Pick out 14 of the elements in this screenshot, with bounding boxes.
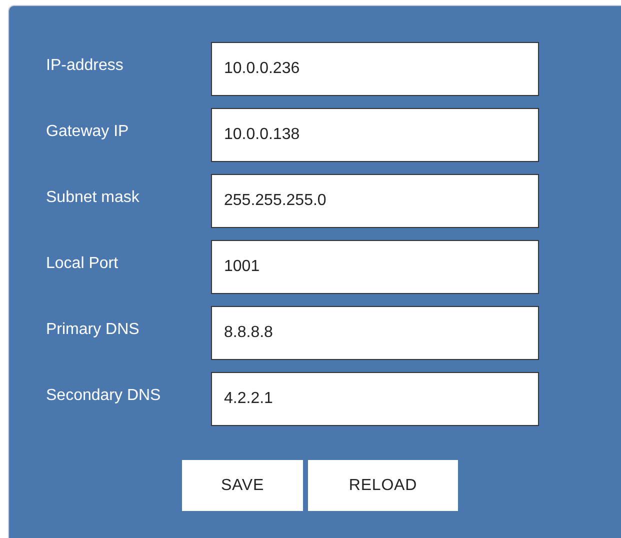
action-button[interactable]: RELOAD	[308, 460, 458, 511]
field-label: Local Port	[46, 254, 120, 274]
input-field[interactable]: 10.0.0.236	[211, 42, 539, 96]
input-field[interactable]: 255.255.255.0	[211, 174, 539, 228]
field-label: Secondary DNS	[46, 386, 162, 406]
field-label: IP-address	[46, 56, 124, 76]
field-label: Primary DNS	[46, 320, 140, 340]
action-button[interactable]: SAVE	[182, 460, 303, 511]
input-field[interactable]: 10.0.0.138	[211, 108, 539, 162]
input-field[interactable]: 1001	[211, 240, 539, 294]
field-label: Subnet mask	[46, 188, 140, 208]
input-field[interactable]: 4.2.2.1	[211, 372, 539, 426]
input-field[interactable]: 8.8.8.8	[211, 306, 539, 360]
field-label: Gateway IP	[46, 122, 130, 142]
